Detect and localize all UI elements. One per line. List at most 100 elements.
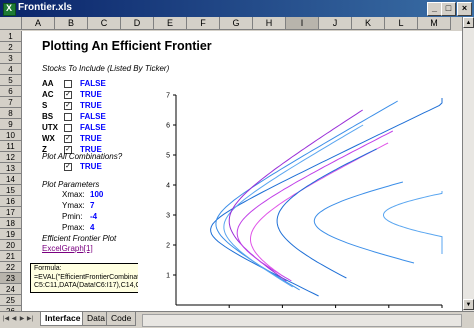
column-header[interactable]: F xyxy=(187,17,220,30)
frontier-curve xyxy=(250,142,389,276)
stock-ticker: UTX xyxy=(42,123,58,132)
column-header[interactable]: M xyxy=(418,17,451,30)
column-header[interactable]: L xyxy=(385,17,418,30)
column-header[interactable]: I xyxy=(286,17,319,30)
stock-ticker: WX xyxy=(42,134,55,143)
next-sheet-icon[interactable]: ▶ xyxy=(18,314,26,325)
window-title: Frontier.xls xyxy=(18,2,72,13)
row-header[interactable]: 12 xyxy=(0,152,22,163)
row-header[interactable]: 15 xyxy=(0,185,22,196)
chart-svg: 204060801001234567 xyxy=(166,93,443,308)
stock-include-value: TRUE xyxy=(80,134,102,143)
row-header[interactable]: 1 xyxy=(0,31,22,42)
row-header[interactable]: 6 xyxy=(0,86,22,97)
stock-ticker: AA xyxy=(42,79,54,88)
row-header[interactable]: 14 xyxy=(0,174,22,185)
row-header[interactable]: 4 xyxy=(0,64,22,75)
excel-window: X Frontier.xls _ □ × ABCDEFGHIJKLM 12345… xyxy=(0,0,474,328)
row-header[interactable]: 13 xyxy=(0,163,22,174)
scroll-down-icon[interactable]: ▼ xyxy=(463,299,474,310)
row-header[interactable]: 24 xyxy=(0,284,22,295)
stock-ticker: BS xyxy=(42,112,54,121)
y-tick-label: 2 xyxy=(166,243,170,250)
first-sheet-icon[interactable]: |◀ xyxy=(2,314,10,325)
stock-checkbox[interactable] xyxy=(64,124,72,132)
row-header[interactable]: 5 xyxy=(0,75,22,86)
scroll-up-icon[interactable]: ▲ xyxy=(463,17,474,28)
stock-ticker: S xyxy=(42,101,48,110)
row-header[interactable]: 16 xyxy=(0,196,22,207)
column-header[interactable]: B xyxy=(55,17,88,30)
plot-all-checkbox[interactable]: ✓ xyxy=(64,163,72,171)
param-name: Pmin: xyxy=(62,212,83,221)
row-header[interactable]: 25 xyxy=(0,295,22,306)
stock-checkbox[interactable]: ✓ xyxy=(64,91,72,99)
stocks-label: Stocks To Include (Listed By Ticker) xyxy=(42,64,170,73)
column-header[interactable]: A xyxy=(22,17,55,30)
row-header[interactable]: 21 xyxy=(0,251,22,262)
plot-all-value: TRUE xyxy=(80,162,102,171)
close-button[interactable]: × xyxy=(457,2,472,16)
stock-checkbox[interactable]: ✓ xyxy=(64,135,72,143)
row-header[interactable]: 18 xyxy=(0,218,22,229)
plot-params-label: Plot Parameters xyxy=(42,180,100,189)
y-tick-label: 5 xyxy=(166,153,170,160)
efficient-frontier-chart[interactable]: 204060801001234567 xyxy=(138,87,458,311)
row-header[interactable]: 10 xyxy=(0,130,22,141)
stock-include-value: TRUE xyxy=(80,90,102,99)
row-header[interactable]: 22 xyxy=(0,262,22,273)
row-header[interactable]: 8 xyxy=(0,108,22,119)
stock-include-value: FALSE xyxy=(80,79,106,88)
param-name: Xmax: xyxy=(62,190,85,199)
row-header[interactable]: 20 xyxy=(0,240,22,251)
column-header[interactable]: G xyxy=(220,17,253,30)
stock-ticker: AC xyxy=(42,90,54,99)
worksheet-grid[interactable]: Plotting An Efficient Frontier Stocks To… xyxy=(22,31,462,311)
y-tick-label: 1 xyxy=(166,273,170,280)
tab-code[interactable]: Code xyxy=(106,312,137,326)
tab-interface[interactable]: Interface xyxy=(40,312,86,326)
column-header[interactable]: C xyxy=(88,17,121,30)
prev-sheet-icon[interactable]: ◀ xyxy=(10,314,18,325)
frontier-curve xyxy=(210,98,443,297)
row-header[interactable]: 7 xyxy=(0,97,22,108)
column-header[interactable]: J xyxy=(319,17,352,30)
sheet-tab-bar: |◀ ◀ ▶ ▶| Interface Data Code xyxy=(0,311,474,328)
param-value[interactable]: 100 xyxy=(90,190,103,199)
minimize-button[interactable]: _ xyxy=(427,2,442,16)
row-header[interactable]: 17 xyxy=(0,207,22,218)
plot-reference[interactable]: ExcelGraph[1] xyxy=(42,244,93,253)
horizontal-scrollbar[interactable] xyxy=(142,314,462,327)
column-header[interactable]: H xyxy=(253,17,286,30)
row-header[interactable]: 9 xyxy=(0,119,22,130)
last-sheet-icon[interactable]: ▶| xyxy=(26,314,34,325)
stock-include-value: FALSE xyxy=(80,123,106,132)
excel-app-icon: X xyxy=(3,3,16,16)
row-header[interactable]: 11 xyxy=(0,141,22,152)
param-name: Ymax: xyxy=(62,201,85,210)
frontier-curve xyxy=(276,148,377,279)
y-tick-label: 3 xyxy=(166,213,170,220)
column-header[interactable]: E xyxy=(154,17,187,30)
y-tick-label: 7 xyxy=(166,93,170,100)
vertical-scrollbar[interactable]: ▲ ▼ xyxy=(462,17,474,311)
column-header[interactable]: D xyxy=(121,17,154,30)
sheet-heading: Plotting An Efficient Frontier xyxy=(42,39,212,53)
title-bar[interactable]: X Frontier.xls _ □ × xyxy=(0,0,474,17)
row-header[interactable]: 2 xyxy=(0,42,22,53)
stock-checkbox[interactable]: ✓ xyxy=(64,102,72,110)
row-header[interactable]: 3 xyxy=(0,53,22,64)
y-tick-label: 6 xyxy=(166,123,170,130)
param-value[interactable]: 7 xyxy=(90,201,94,210)
frontier-curve xyxy=(223,124,364,288)
plot-label: Efficient Frontier Plot xyxy=(42,234,117,243)
select-all-corner[interactable] xyxy=(0,17,22,30)
row-header[interactable]: 19 xyxy=(0,229,22,240)
maximize-button[interactable]: □ xyxy=(441,2,456,16)
stock-checkbox[interactable] xyxy=(64,113,72,121)
row-header[interactable]: 23 xyxy=(0,273,22,284)
param-value[interactable]: 4 xyxy=(90,223,94,232)
param-value[interactable]: -4 xyxy=(90,212,97,221)
stock-checkbox[interactable] xyxy=(64,80,72,88)
column-header[interactable]: K xyxy=(352,17,385,30)
